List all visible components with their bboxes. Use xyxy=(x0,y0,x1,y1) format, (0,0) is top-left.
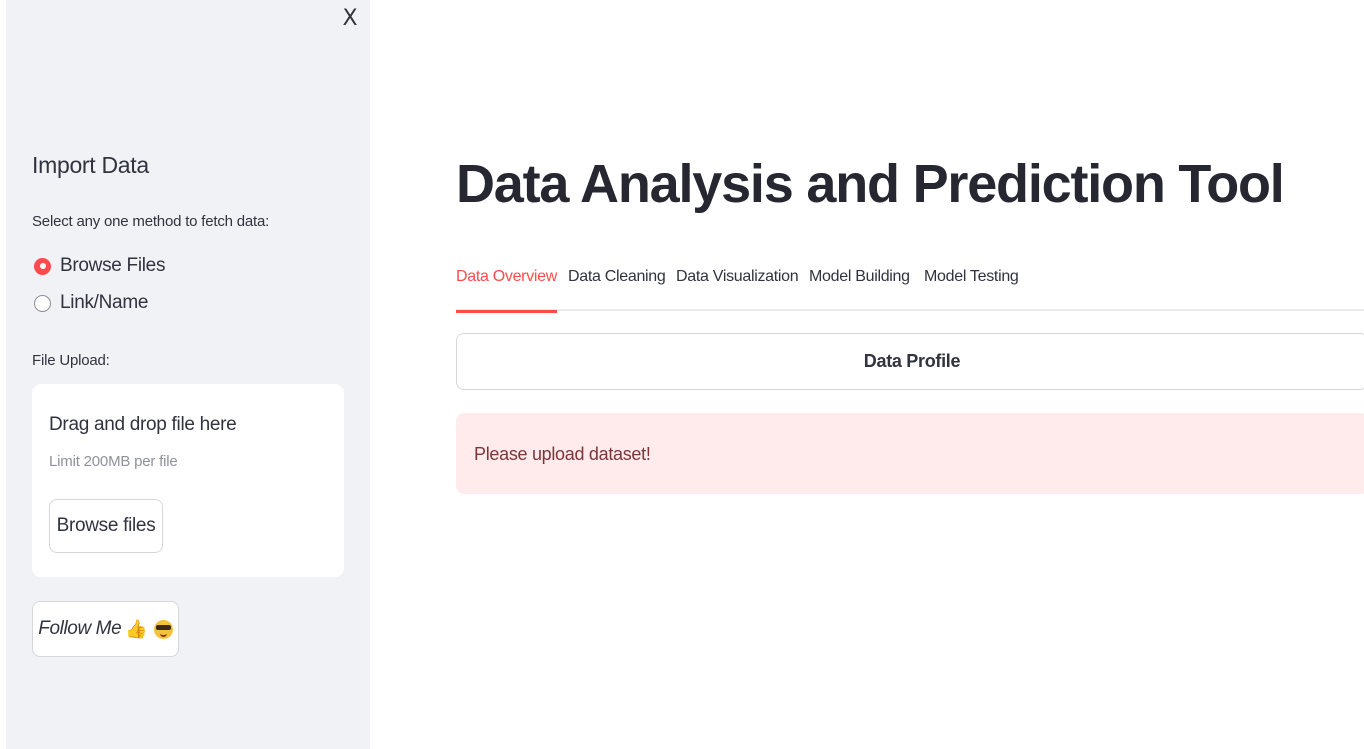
sidebar-heading: Import Data xyxy=(32,152,149,178)
dropzone-limit: Limit 200MB per file xyxy=(49,453,178,470)
radio-checked-icon xyxy=(34,257,51,275)
browse-files-button[interactable]: Browse files xyxy=(49,499,163,553)
tab-model-testing[interactable]: Model Testing xyxy=(924,265,1019,311)
tab-data-visualization[interactable]: Data Visualization xyxy=(676,265,799,311)
follow-me-button[interactable]: Follow Me 👍 xyxy=(32,601,179,657)
tab-data-overview[interactable]: Data Overview xyxy=(456,265,557,313)
file-upload-label: File Upload: xyxy=(32,352,110,369)
sidebar: X Import Data Select any one method to f… xyxy=(6,0,370,749)
thumbs-up-icon: 👍 xyxy=(125,618,148,640)
radio-browse-files[interactable]: Browse Files xyxy=(34,255,165,277)
page-title: Data Analysis and Prediction Tool xyxy=(456,154,1285,214)
radio-link-name[interactable]: Link/Name xyxy=(34,292,148,314)
tab-data-cleaning[interactable]: Data Cleaning xyxy=(568,265,666,311)
close-icon[interactable]: X xyxy=(336,4,364,32)
method-prompt: Select any one method to fetch data: xyxy=(32,213,270,230)
radio-label: Link/Name xyxy=(60,292,149,313)
tab-bar: Data Overview Data Cleaning Data Visuali… xyxy=(456,265,1364,313)
file-dropzone[interactable]: Drag and drop file here Limit 200MB per … xyxy=(32,384,344,577)
tab-model-building[interactable]: Model Building xyxy=(809,265,910,311)
alert-message: Please upload dataset! xyxy=(474,444,651,464)
radio-label: Browse Files xyxy=(60,255,166,276)
dropzone-title: Drag and drop file here xyxy=(49,414,237,435)
radio-unchecked-icon xyxy=(34,294,51,312)
error-alert: Please upload dataset! xyxy=(456,413,1364,494)
app-window: X Import Data Select any one method to f… xyxy=(0,0,1364,749)
follow-me-label: Follow Me xyxy=(38,618,122,639)
sunglasses-face-icon xyxy=(153,619,173,639)
data-profile-button[interactable]: Data Profile xyxy=(456,333,1364,390)
